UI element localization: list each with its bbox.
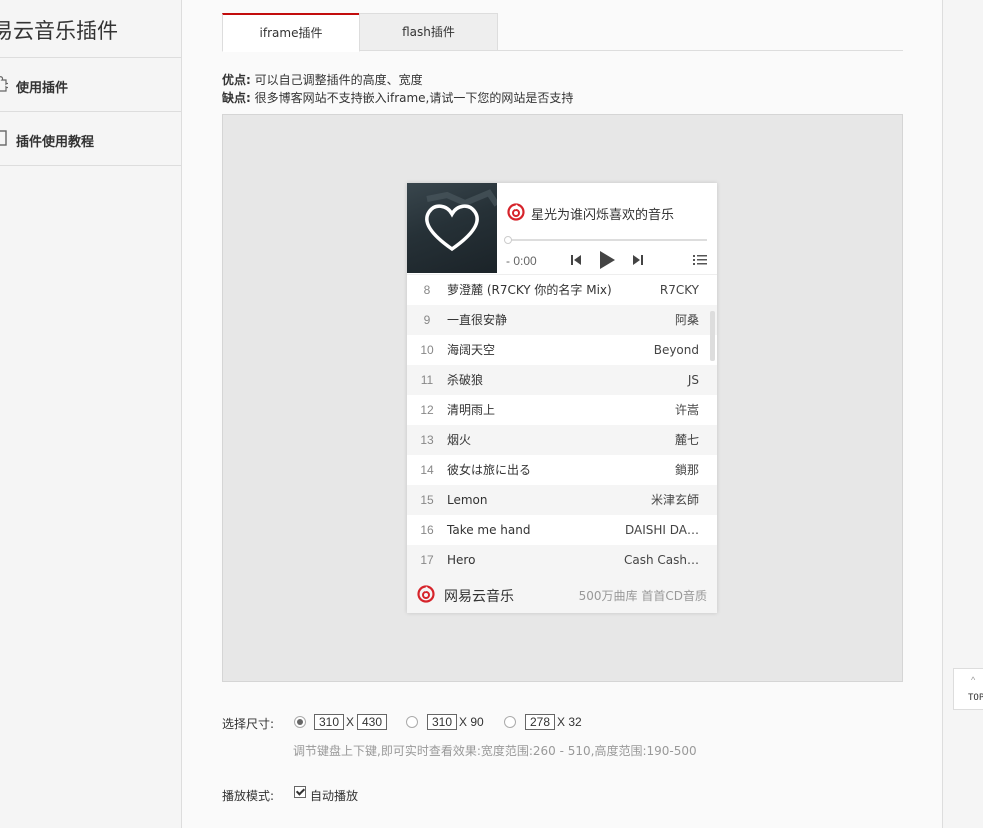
song-artist: 阿桑 — [674, 313, 699, 327]
song-artist: DAISHI DA… — [624, 523, 699, 537]
song-artist: R7CKY — [659, 283, 699, 297]
song-number: 10 — [420, 343, 434, 357]
scrollbar-thumb[interactable] — [710, 311, 715, 361]
song-artist: 米津玄師 — [650, 493, 699, 507]
puzzle-icon — [0, 76, 8, 92]
song-row[interactable]: 13 烟火 麓七 — [407, 425, 717, 455]
footer-slogan: 500万曲库 首首CD音质 — [578, 589, 707, 603]
song-number: 16 — [420, 523, 434, 537]
size-radio-278x32[interactable] — [504, 716, 516, 728]
song-row[interactable]: 9 一直很安静 阿桑 — [407, 305, 717, 335]
song-row[interactable]: 16 Take me hand DAISHI DA… — [407, 515, 717, 545]
song-artist: Cash Cash… — [624, 553, 699, 567]
brand-title-text: 易云音乐插件 — [0, 19, 118, 43]
song-number: 17 — [420, 553, 434, 567]
size-label: 选择尺寸: — [222, 717, 275, 731]
netease-logo-icon — [417, 585, 435, 603]
brand-title: 易云音乐插件 — [0, 0, 181, 58]
song-number: 14 — [420, 463, 434, 477]
song-title: 杀破狼 — [447, 373, 484, 387]
tab-flash-plugin[interactable]: flash插件 — [359, 13, 498, 50]
song-title: 清明雨上 — [447, 403, 496, 417]
netease-logo-icon — [507, 203, 525, 221]
next-icon[interactable] — [632, 254, 644, 266]
footer-brand-name[interactable]: 网易云音乐 — [444, 586, 514, 606]
width-input-3[interactable]: 278 — [525, 714, 555, 730]
size-radio-310x430[interactable] — [294, 716, 306, 728]
back-to-top-button[interactable]: ^ TOP — [953, 668, 983, 710]
playlist-title: 星光为谁闪烁喜欢的音乐 — [531, 208, 675, 223]
width-input-1[interactable]: 310 — [314, 714, 344, 730]
song-number: 15 — [420, 493, 434, 507]
song-list: 8 萝澄麓 (R7CKY 你的名字 Mix) R7CKY 9 一直很安静 阿桑 10 海阔天空… — [407, 274, 717, 575]
song-row[interactable]: 12 清明雨上 许嵩 — [407, 395, 717, 425]
song-title: Lemon — [447, 493, 488, 507]
song-artist: 麓七 — [674, 433, 699, 447]
arrow-up-icon: ^ — [971, 675, 976, 685]
song-number: 9 — [423, 313, 431, 327]
cons-label: 缺点: — [222, 91, 251, 105]
prev-icon[interactable] — [570, 254, 582, 266]
song-title: Hero — [447, 553, 476, 567]
main-content: iframe插件 flash插件 优点: 可以自己调整插件的高度、宽度 缺点: … — [182, 0, 943, 828]
song-title: 烟火 — [447, 433, 472, 447]
width-input-2[interactable]: 310 — [427, 714, 457, 730]
playlist-icon[interactable] — [693, 254, 707, 266]
song-title: 萝澄麓 (R7CKY 你的名字 Mix) — [447, 283, 612, 297]
sidebar-item-label: 插件使用教程 — [16, 135, 95, 150]
cons-text: 很多博客网站不支持嵌入iframe,请试一下您的网站是否支持 — [254, 91, 574, 105]
back-to-top-label: TOP — [968, 693, 983, 703]
cons-note: 缺点: 很多博客网站不支持嵌入iframe,请试一下您的网站是否支持 — [222, 89, 573, 106]
progress-knob[interactable] — [504, 236, 512, 244]
play-time: - 0:00 — [506, 254, 537, 268]
pros-note: 优点: 可以自己调整插件的高度、宽度 — [222, 71, 423, 88]
play-mode-label: 播放模式: — [222, 789, 275, 803]
height-input-1[interactable]: 430 — [357, 714, 387, 730]
heart-icon — [425, 189, 497, 252]
song-title: 彼女は旅に出る — [447, 463, 532, 477]
sidebar-item-tutorial[interactable]: 插件使用教程 — [0, 112, 181, 166]
pros-label: 优点: — [222, 73, 251, 87]
song-row[interactable]: 15 Lemon 米津玄師 — [407, 485, 717, 515]
pros-text: 可以自己调整插件的高度、宽度 — [254, 73, 423, 87]
size-hint: 调节键盘上下键,即可实时查看效果:宽度范围:260 - 510,高度范围:190… — [293, 744, 697, 758]
song-number: 13 — [420, 433, 434, 447]
sidebar: 易云音乐插件 使用插件 插件使用教程 — [0, 0, 182, 828]
tab-iframe-plugin[interactable]: iframe插件 — [222, 13, 360, 52]
autoplay-label[interactable]: 自动播放 — [310, 787, 358, 804]
size-x-90: X 90 — [459, 715, 484, 729]
sidebar-item-label: 使用插件 — [16, 81, 69, 96]
song-title: 海阔天空 — [447, 343, 496, 357]
song-artist: JS — [687, 373, 699, 387]
song-title: 一直很安静 — [447, 313, 508, 327]
album-cover[interactable] — [407, 183, 497, 273]
document-icon — [0, 130, 7, 146]
song-number: 8 — [423, 283, 431, 297]
size-x-separator: X — [346, 715, 355, 729]
song-number: 12 — [420, 403, 434, 417]
autoplay-checkbox[interactable] — [294, 786, 306, 798]
song-row[interactable]: 8 萝澄麓 (R7CKY 你的名字 Mix) R7CKY — [407, 275, 717, 305]
music-player: 星光为谁闪烁喜欢的音乐 - 0:00 8 萝澄麓 (R7CKY 你的名字 Mix)… — [407, 183, 717, 613]
size-radio-310x90[interactable] — [406, 716, 418, 728]
song-artist: 许嵩 — [674, 403, 699, 417]
song-row[interactable]: 10 海阔天空 Beyond — [407, 335, 717, 365]
tab-bar: iframe插件 flash插件 — [222, 13, 903, 52]
play-icon[interactable] — [598, 250, 616, 270]
size-x-32: X 32 — [557, 715, 582, 729]
song-row[interactable]: 14 彼女は旅に出る 鎖那 — [407, 455, 717, 485]
preview-area: 星光为谁闪烁喜欢的音乐 - 0:00 8 萝澄麓 (R7CKY 你的名字 Mix)… — [222, 114, 903, 682]
song-title: Take me hand — [447, 523, 531, 537]
song-row[interactable]: 17 Hero Cash Cash… — [407, 545, 717, 575]
song-number: 11 — [420, 373, 434, 387]
song-artist: Beyond — [653, 343, 699, 357]
player-footer: 网易云音乐 500万曲库 首首CD音质 — [407, 575, 717, 613]
song-artist: 鎖那 — [674, 463, 699, 477]
song-row[interactable]: 11 杀破狼 JS — [407, 365, 717, 395]
progress-bar[interactable] — [504, 236, 707, 244]
sidebar-item-use-plugin[interactable]: 使用插件 — [0, 58, 181, 112]
